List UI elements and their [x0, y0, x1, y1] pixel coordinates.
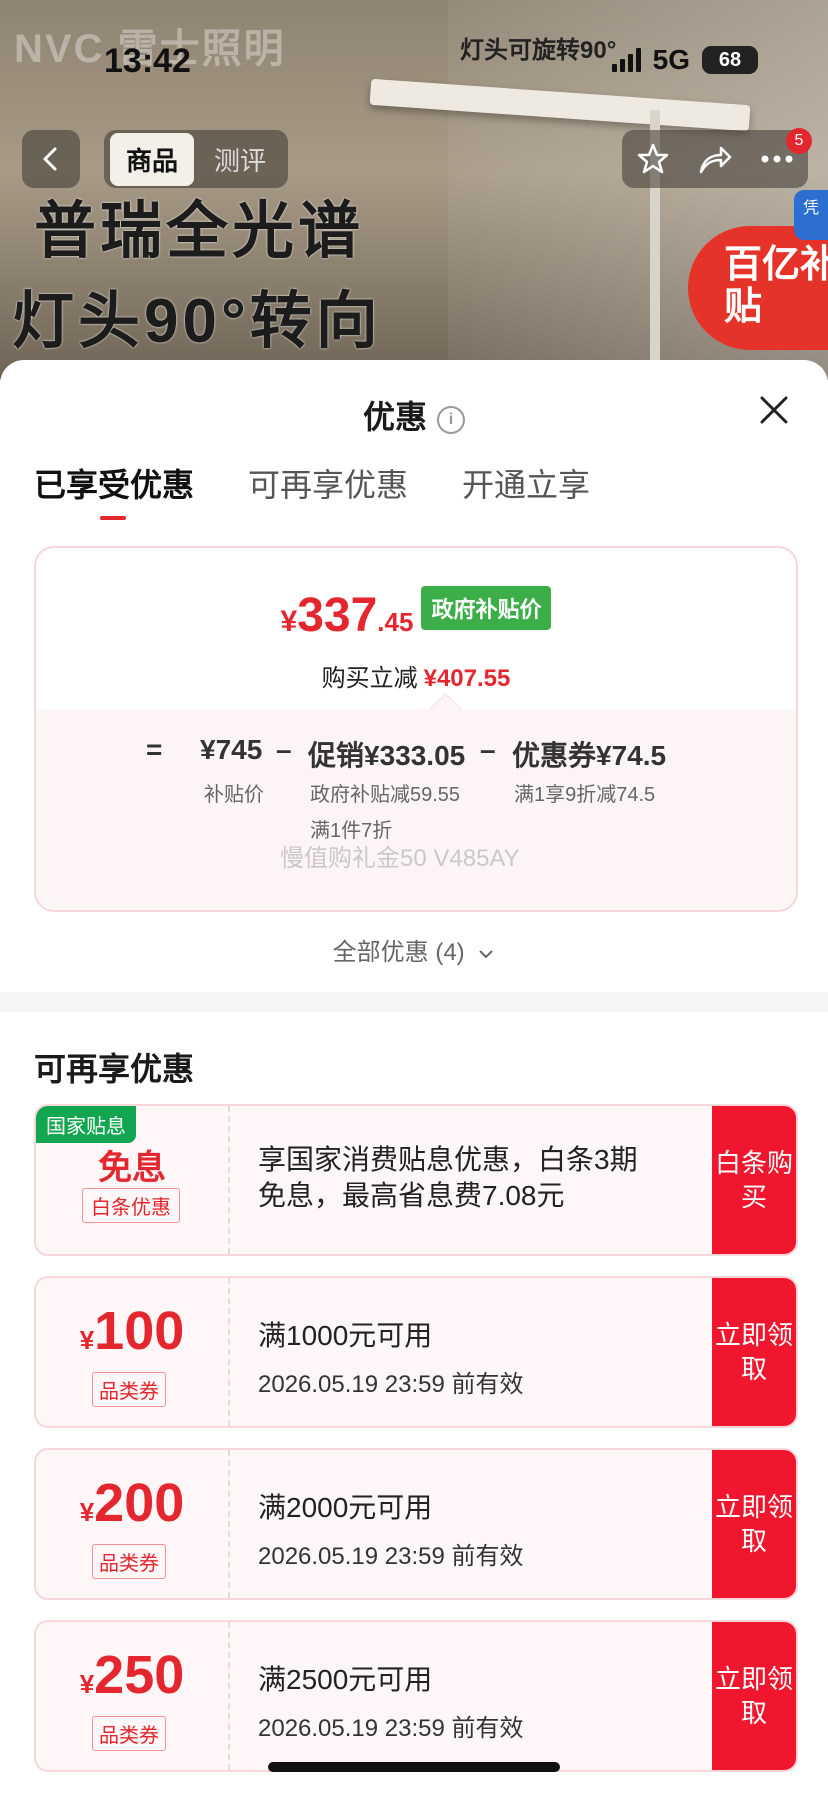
price-calculation: = ¥745 补贴价 – 促销¥333.05 政府补贴减59.55 满1件7折 … [36, 693, 796, 910]
tab-more-available[interactable]: 可再享优惠 [248, 460, 408, 520]
coupon-expiry: 2026.05.19 23:59 前有效 [258, 1715, 524, 1742]
network-type: 5G [652, 44, 690, 75]
discount-sheet: 优惠 i 已享受优惠 可再享优惠 开通立享 ¥337.45 政府补贴价 购买立减 ¥4… [0, 360, 828, 1796]
baitiao-buy-button[interactable]: 白条购买 [712, 1106, 796, 1254]
nav-actions [622, 130, 808, 188]
sheet-title: 优惠 i [0, 392, 828, 438]
dashed-separator [228, 1278, 230, 1426]
info-icon[interactable]: i [437, 406, 465, 434]
coupon-type-tag: 品类券 [92, 1372, 166, 1407]
tab-activate[interactable]: 开通立享 [462, 460, 590, 520]
coupon-type-tag: 品类券 [92, 1716, 166, 1751]
national-subsidy-tag: 国家贴息 [36, 1106, 136, 1143]
watermark-text: 慢值购礼金50 V485AY [280, 845, 520, 872]
coupon-detail: 满1享9折减74.5 [514, 784, 656, 806]
coupon-left: ¥200 品类券 [36, 1450, 228, 1598]
discount-tabs: 已享受优惠 可再享优惠 开通立享 [34, 460, 590, 520]
all-offers-label: 全部优惠 (4) [332, 939, 465, 966]
coupon-left: ¥100 品类券 [36, 1278, 228, 1426]
dashed-separator [228, 1106, 230, 1254]
coupon-card: ¥200 品类券 满2000元可用 2026.05.19 23:59 前有效 立… [34, 1448, 798, 1600]
battery-icon: 68 [702, 46, 758, 74]
minus-sign-2: – [480, 734, 496, 765]
coupon-value: ¥250 [36, 1644, 228, 1706]
claim-coupon-button[interactable]: 立即领取 [712, 1450, 796, 1598]
price-breakdown-card: ¥337.45 政府补贴价 购买立减 ¥407.55 = ¥745 补贴价 – 促销… [34, 546, 798, 912]
interest-free-left: 国家贴息 免息 白条优惠 [36, 1106, 228, 1254]
star-icon[interactable] [636, 142, 670, 176]
coupon-amount: 优惠券¥74.5 [512, 740, 667, 771]
tab-product[interactable]: 商品 [110, 132, 195, 186]
nav-tabs: 商品 测评 [104, 130, 289, 188]
banner-headline-2: 灯头90°转向 [12, 287, 382, 356]
instant-discount-value: ¥407.55 [423, 665, 511, 692]
instant-discount: 购买立减 ¥407.55 [36, 658, 796, 693]
signal-icon [611, 48, 641, 72]
close-icon[interactable] [754, 390, 794, 430]
status-indicators: 5G 68 [611, 44, 758, 76]
dashed-separator [228, 1622, 230, 1770]
coupon-card: ¥250 品类券 满2500元可用 2026.05.19 23:59 前有效 立… [34, 1620, 798, 1772]
status-time: 13:42 [104, 42, 191, 80]
interest-free-card: 国家贴息 免息 白条优惠 享国家消费贴息优惠，白条3期免息，最高省息费7.08元… [34, 1104, 798, 1256]
promo-detail-gov: 政府补贴减59.55 [310, 784, 461, 806]
coupon-value: ¥100 [36, 1300, 228, 1362]
coupon-amount-value: 100 [94, 1301, 185, 1361]
coupon-expiry: 2026.05.19 23:59 前有效 [258, 1543, 524, 1570]
coupon-expiry: 2026.05.19 23:59 前有效 [258, 1371, 524, 1398]
coupon-type-tag: 品类券 [92, 1544, 166, 1579]
price-integer: 337 [297, 589, 378, 642]
interest-free-title: 免息 [98, 1149, 166, 1187]
coupon-currency: ¥ [79, 1497, 95, 1527]
coupon-card: ¥100 品类券 满1000元可用 2026.05.19 23:59 前有效 立… [34, 1276, 798, 1428]
coupon-amount-value: 200 [94, 1473, 185, 1533]
share-icon[interactable] [697, 142, 733, 176]
home-indicator[interactable] [268, 1762, 560, 1772]
claim-coupon-button[interactable]: 立即领取 [712, 1622, 796, 1770]
baitiao-tag: 白条优惠 [82, 1188, 180, 1223]
gov-price-tag: 政府补贴价 [421, 586, 552, 630]
coupon-currency: ¥ [79, 1325, 95, 1355]
section-title-more-offers: 可再享优惠 [34, 1051, 195, 1087]
coupon-value: ¥200 [36, 1472, 228, 1534]
final-price: ¥337.45 政府补贴价 [36, 586, 796, 643]
section-divider [0, 992, 828, 1012]
coupon-currency: ¥ [79, 1669, 95, 1699]
tab-review[interactable]: 测评 [198, 133, 282, 186]
dashed-separator [228, 1450, 230, 1598]
banner-headline-1: 普瑞全光谱 [34, 197, 365, 266]
more-icon[interactable] [760, 154, 794, 164]
coupon-condition: 满2000元可用 [258, 1492, 433, 1523]
subsidy-badge: 百亿补贴 [688, 226, 828, 350]
coupon-condition: 满2500元可用 [258, 1664, 433, 1695]
base-price: ¥745 [200, 734, 263, 765]
price-currency: ¥ [280, 605, 298, 638]
all-offers-toggle[interactable]: 全部优惠 (4) [0, 932, 828, 967]
notification-badge: 5 [786, 128, 812, 154]
coupon-amount-value: 250 [94, 1645, 185, 1705]
back-icon [43, 147, 57, 171]
equals-sign: = [146, 734, 163, 765]
tab-enjoyed[interactable]: 已享受优惠 [34, 460, 194, 520]
price-decimal: .45 [377, 607, 414, 637]
instant-discount-label: 购买立减 [321, 665, 418, 692]
claim-coupon-button[interactable]: 立即领取 [712, 1278, 796, 1426]
rotate-note: 灯头可旋转90° [460, 37, 617, 64]
base-price-label: 补贴价 [204, 784, 264, 806]
interest-free-desc: 享国家消费贴息优惠，白条3期免息，最高省息费7.08元 [258, 1144, 638, 1211]
minus-sign-1: – [276, 734, 292, 765]
promo-amount: 促销¥333.05 [308, 740, 466, 771]
side-tag: 凭 [794, 190, 828, 240]
back-button[interactable] [22, 130, 80, 188]
chevron-down-icon [479, 950, 494, 959]
sheet-title-text: 优惠 [362, 399, 427, 435]
coupon-condition: 满1000元可用 [258, 1320, 433, 1351]
coupon-left: ¥250 品类券 [36, 1622, 228, 1770]
